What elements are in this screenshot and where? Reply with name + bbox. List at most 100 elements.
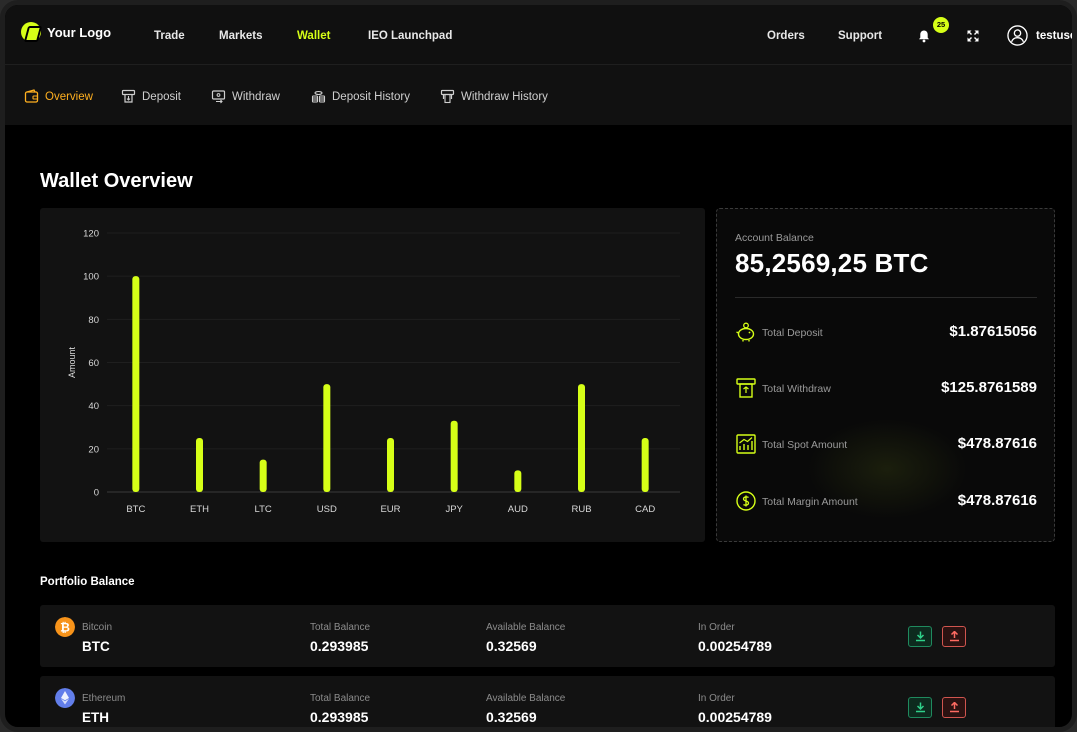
portfolio-row-eth: Ethereum ETH Total Balance 0.293985 Avai… [40,676,1055,727]
ethereum-icon [55,688,75,708]
bar-btc [132,276,140,492]
tab-withdraw-history[interactable]: Withdraw History [440,89,548,104]
in-order-value: 0.00254789 [698,638,772,654]
tab-withdraw-history-label: Withdraw History [461,90,548,103]
coin-name: Ethereum [82,693,126,704]
bar-eur [387,438,394,492]
x-tick-label: ETH [190,504,209,515]
available-balance-label: Available Balance [486,693,566,704]
stat-total-withdraw-value: $125.8761589 [941,379,1037,396]
y-tick-label: 0 [94,488,99,499]
wallet-subnav: Overview Deposit Withdraw Deposit Histor… [5,65,1072,125]
app-window: Your Logo Trade Markets Wallet IEO Launc… [0,0,1077,732]
bell-icon[interactable] [917,29,931,43]
nav-trade[interactable]: Trade [154,30,185,42]
y-axis-label: Amount [67,346,77,378]
deposit-icon [121,89,136,103]
withdraw-icon [211,90,226,104]
wallet-icon [24,89,39,103]
stat-total-deposit-value: $1.87615056 [949,323,1037,340]
tab-deposit-history-label: Deposit History [332,90,410,103]
available-balance-value: 0.32569 [486,638,537,654]
nav-markets[interactable]: Markets [219,30,262,42]
x-tick-label: AUD [508,504,528,515]
bar-jpy [450,420,458,492]
account-balance-card: Account Balance 85,2569,25 BTC Total Dep… [716,208,1055,542]
total-balance-value: 0.293985 [310,709,369,725]
portfolio-row-btc: ₿ Bitcoin BTC Total Balance 0.293985 Ava… [40,605,1055,667]
y-tick-label: 120 [83,229,99,240]
nav-ieo-launchpad[interactable]: IEO Launchpad [368,30,452,42]
stat-total-spot-value: $478.87616 [957,435,1037,452]
upload-icon [950,702,959,713]
bar-usd [323,384,331,492]
bitcoin-icon: ₿ [55,617,75,637]
x-tick-label: CAD [635,504,655,515]
total-balance-label: Total Balance [310,693,371,704]
tab-deposit-history[interactable]: Deposit History [311,89,410,104]
page-title: Wallet Overview [40,170,193,192]
stat-total-margin-value: $478.87616 [957,492,1037,509]
nav-support[interactable]: Support [838,30,882,42]
stat-total-margin: Total Margin Amount $478.87616 [735,490,1037,514]
top-navbar: Your Logo Trade Markets Wallet IEO Launc… [5,5,1072,65]
piggy-bank-icon [736,322,755,342]
logo-icon [21,22,41,42]
coin-symbol: ETH [82,710,109,725]
divider [735,297,1037,298]
coin-symbol: BTC [82,639,110,654]
in-order-label: In Order [698,693,735,704]
tab-overview-label: Overview [45,90,93,103]
x-tick-label: USD [317,504,337,515]
bar-ltc [259,459,267,492]
withdraw-button[interactable] [942,626,966,647]
account-balance-value: 85,2569,25 BTC [735,248,929,278]
y-tick-label: 40 [88,401,99,412]
download-icon [916,702,925,713]
atm-icon [736,378,756,398]
in-order-value: 0.00254789 [698,709,772,725]
bar-chart-svg: 0 20 40 60 80 100 120 Amount BTC ETH LTC USD EUR JPY A… [67,229,680,515]
tab-deposit-label: Deposit [142,90,181,103]
logo[interactable]: Your Logo [21,22,111,42]
account-balance-label: Account Balance [735,232,814,244]
nav-orders[interactable]: Orders [767,30,805,42]
available-balance-label: Available Balance [486,622,566,633]
stat-total-spot: Total Spot Amount $478.87616 [735,433,1037,457]
x-tick-label: JPY [445,504,463,515]
tab-withdraw[interactable]: Withdraw [211,89,280,104]
stat-total-margin-label: Total Margin Amount [762,496,858,508]
deposit-button[interactable] [908,626,932,647]
svg-text:₿: ₿ [60,621,70,635]
withdraw-button[interactable] [942,697,966,718]
wallet-bar-chart: 0 20 40 60 80 100 120 Amount BTC ETH LTC USD EUR JPY A… [40,208,705,542]
nav-wallet[interactable]: Wallet [297,30,330,42]
atm-icon [440,89,455,104]
expand-icon[interactable] [966,29,980,43]
x-tick-label: BTC [126,504,145,515]
stat-total-withdraw-label: Total Withdraw [762,383,831,395]
total-balance-label: Total Balance [310,622,371,633]
user-avatar-icon[interactable] [1007,25,1028,46]
stat-total-spot-label: Total Spot Amount [762,439,848,451]
bar-rub [578,384,585,492]
username[interactable]: testuser [1036,30,1072,42]
coins-icon [311,90,326,103]
download-icon [916,631,925,642]
tab-overview[interactable]: Overview [24,89,93,104]
stat-total-deposit-label: Total Deposit [762,327,823,339]
total-balance-value: 0.293985 [310,638,369,654]
deposit-button[interactable] [908,697,932,718]
stat-total-deposit: Total Deposit $1.87615056 [735,321,1037,345]
tab-deposit[interactable]: Deposit [121,89,181,104]
tab-withdraw-label: Withdraw [232,90,280,103]
dollar-coin-icon [736,491,756,511]
in-order-label: In Order [698,622,735,633]
x-tick-label: EUR [380,504,400,515]
y-tick-label: 80 [88,315,99,326]
available-balance-value: 0.32569 [486,709,537,725]
bar-eth [196,438,203,492]
y-tick-label: 100 [83,272,99,283]
bar-aud [514,470,522,492]
logo-text: Your Logo [47,24,112,40]
